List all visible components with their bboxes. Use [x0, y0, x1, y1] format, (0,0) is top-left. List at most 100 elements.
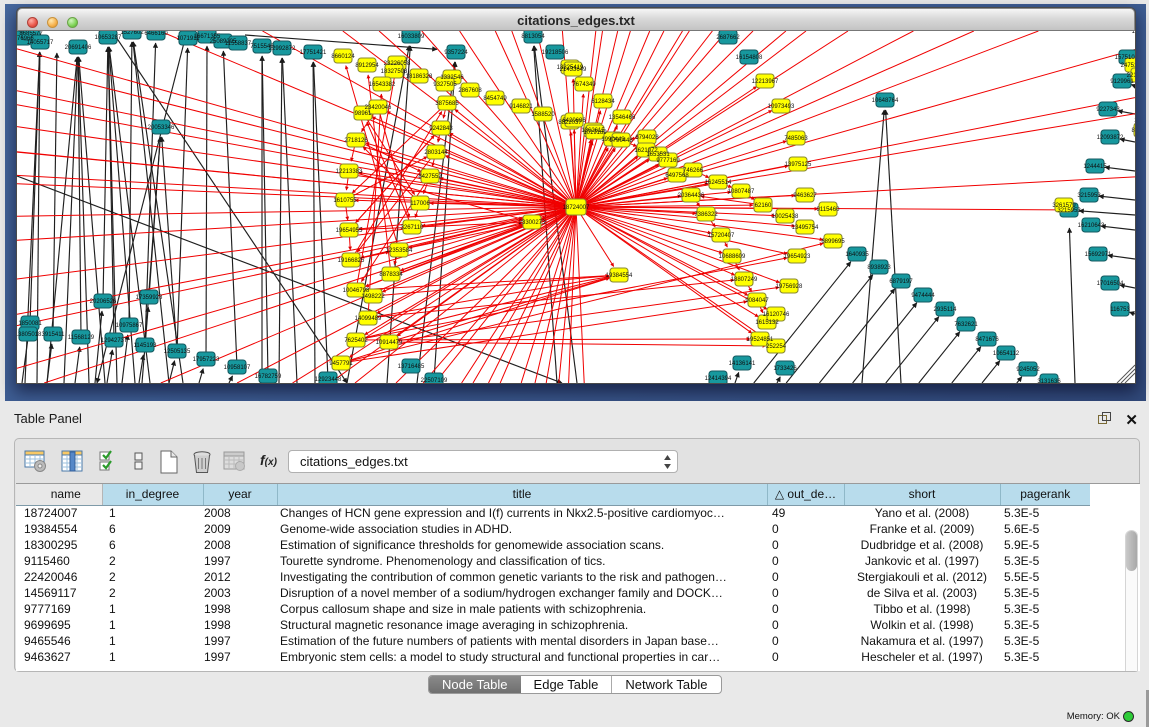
svg-text:1640935: 1640935 — [845, 252, 869, 258]
svg-text:62160: 62160 — [755, 203, 772, 209]
svg-text:10653287: 10653287 — [95, 35, 122, 41]
svg-text:9790448: 9790448 — [609, 138, 633, 144]
svg-text:3875685: 3875685 — [435, 101, 459, 107]
svg-text:8938923: 8938923 — [867, 265, 891, 271]
svg-text:19654923: 19654923 — [784, 254, 811, 260]
svg-text:19218506: 19218506 — [542, 50, 569, 56]
svg-text:10688609: 10688609 — [719, 254, 746, 260]
svg-text:10975867: 10975867 — [116, 323, 143, 329]
svg-text:98961: 98961 — [355, 111, 372, 117]
svg-text:16154808: 16154808 — [736, 55, 763, 61]
svg-text:16543382: 16543382 — [369, 82, 396, 88]
svg-text:1615132: 1615132 — [755, 320, 779, 326]
svg-text:1332546: 1332546 — [440, 75, 464, 81]
svg-text:12093872: 12093872 — [1097, 135, 1124, 141]
svg-text:2975475: 2975475 — [1134, 118, 1135, 124]
svg-text:7485063: 7485063 — [784, 136, 808, 142]
svg-text:17957223: 17957223 — [193, 357, 220, 363]
svg-text:1019189: 1019189 — [583, 130, 607, 136]
svg-text:2935114: 2935114 — [934, 307, 958, 313]
svg-text:10648764: 10648764 — [872, 98, 899, 104]
svg-text:18807249: 18807249 — [731, 277, 758, 283]
svg-text:23226058: 23226058 — [384, 61, 411, 67]
svg-text:6794028: 6794028 — [635, 135, 659, 141]
svg-text:1733426: 1733426 — [773, 366, 797, 372]
svg-text:2803144: 2803144 — [424, 150, 448, 156]
svg-text:17359928: 17359928 — [136, 295, 163, 301]
svg-text:15720407: 15720407 — [708, 233, 735, 239]
svg-text:17016504: 17016504 — [1097, 281, 1124, 287]
svg-text:15751074: 15751074 — [1115, 55, 1135, 61]
svg-text:16120746: 16120746 — [763, 312, 790, 318]
svg-text:16782759: 16782759 — [255, 374, 282, 380]
svg-text:9146821: 9146821 — [509, 104, 533, 110]
svg-text:6466160: 6466160 — [144, 31, 168, 37]
svg-text:8685577: 8685577 — [19, 31, 43, 37]
svg-text:10973493: 10973493 — [768, 104, 795, 110]
svg-text:1610755: 1610755 — [333, 198, 357, 204]
svg-text:9327505: 9327505 — [433, 82, 457, 88]
svg-text:9474444: 9474444 — [911, 293, 935, 299]
svg-text:6899695: 6899695 — [821, 239, 845, 245]
svg-text:1498222: 1498222 — [361, 294, 385, 300]
svg-text:116753: 116753 — [1110, 307, 1130, 313]
svg-text:12414394: 12414394 — [705, 376, 732, 382]
svg-text:19166825: 19166825 — [338, 258, 365, 264]
svg-text:7674349: 7674349 — [572, 82, 596, 88]
svg-text:16210643: 16210643 — [1078, 223, 1105, 229]
svg-text:23420046: 23420046 — [365, 105, 392, 111]
svg-text:22176301: 22176301 — [1127, 73, 1135, 79]
svg-text:9115460: 9115460 — [817, 207, 841, 213]
svg-text:1244415: 1244415 — [1083, 164, 1107, 170]
svg-text:13716485: 13716485 — [398, 364, 425, 370]
svg-text:12213967: 12213967 — [752, 79, 779, 85]
svg-text:6879197: 6879197 — [889, 279, 913, 285]
svg-text:8813054: 8813054 — [521, 34, 545, 40]
svg-text:12923448: 12923448 — [315, 377, 342, 383]
svg-text:19384554: 19384554 — [606, 273, 633, 279]
svg-text:9357224: 9357224 — [444, 50, 468, 56]
svg-text:19524851: 19524851 — [747, 337, 774, 343]
svg-text:20053346: 20053346 — [148, 125, 175, 131]
svg-text:7386322: 7386322 — [694, 212, 718, 218]
svg-text:13975125: 13975125 — [785, 162, 812, 168]
svg-text:22992872: 22992872 — [269, 46, 296, 52]
svg-text:11558837: 11558837 — [225, 41, 252, 47]
svg-text:7625402: 7625402 — [344, 338, 368, 344]
svg-text:13805018: 13805018 — [17, 332, 42, 338]
svg-text:12353584: 12353584 — [386, 248, 413, 254]
svg-text:20206526: 20206526 — [90, 299, 117, 305]
svg-text:1527602: 1527602 — [120, 31, 144, 36]
svg-text:14055717: 14055717 — [27, 40, 54, 46]
svg-text:16245514: 16245514 — [705, 180, 732, 186]
svg-text:9463627: 9463627 — [793, 193, 817, 199]
svg-text:9227343: 9227343 — [1096, 107, 1120, 113]
svg-text:6420686: 6420686 — [562, 118, 586, 124]
svg-text:10654112: 10654112 — [993, 351, 1020, 357]
svg-text:23300273: 23300273 — [519, 220, 546, 226]
svg-text:12942737: 12942737 — [101, 338, 128, 344]
svg-text:10807487: 10807487 — [728, 189, 755, 195]
svg-text:20364436: 20364436 — [678, 193, 705, 199]
svg-text:19756928: 19756928 — [776, 284, 803, 290]
svg-text:14099489: 14099489 — [355, 316, 382, 322]
svg-text:9242843: 9242843 — [429, 126, 453, 132]
svg-text:19836388: 19836388 — [1132, 31, 1135, 35]
svg-text:18327503: 18327503 — [381, 69, 408, 75]
svg-text:3915411: 3915411 — [42, 332, 66, 338]
svg-text:12505135: 12505135 — [164, 349, 191, 355]
svg-text:22507109: 22507109 — [421, 378, 448, 383]
svg-text:15692971: 15692971 — [1085, 252, 1112, 258]
svg-text:18724007: 18724007 — [563, 205, 590, 211]
svg-text:10025438: 10025438 — [772, 214, 799, 220]
svg-text:2718126: 2718126 — [344, 138, 368, 144]
svg-text:1588520: 1588520 — [531, 112, 555, 118]
svg-text:9245052: 9245052 — [1016, 367, 1040, 373]
svg-text:13495754: 13495754 — [792, 225, 819, 231]
svg-text:19654955: 19654955 — [336, 228, 363, 234]
svg-text:21433649: 21433649 — [560, 67, 587, 73]
svg-text:10914479: 10914479 — [376, 340, 403, 346]
svg-text:24751200: 24751200 — [1121, 63, 1135, 69]
svg-text:3215953: 3215953 — [1077, 193, 1101, 199]
svg-text:16033809: 16033809 — [398, 34, 425, 40]
